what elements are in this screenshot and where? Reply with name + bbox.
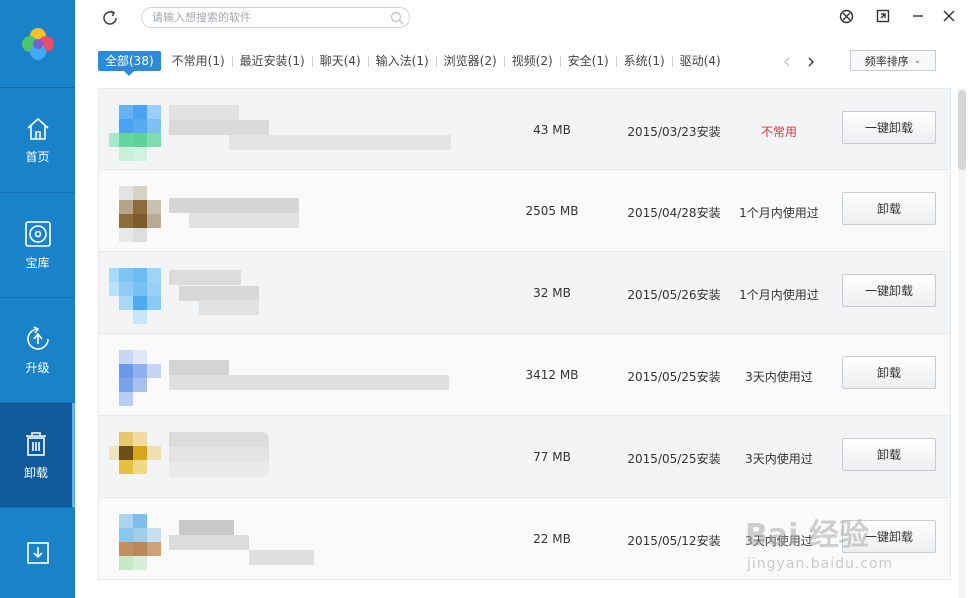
app-size: 22 MB bbox=[533, 532, 571, 546]
nav-home-label: 首页 bbox=[25, 149, 50, 164]
nav-home[interactable]: 首页 bbox=[0, 88, 75, 193]
nav-uninstall-label: 卸载 bbox=[23, 465, 48, 480]
app-icon bbox=[109, 514, 165, 570]
list-item[interactable]: 77 MB 2015/05/25安装 3天内使用过 卸载 bbox=[98, 416, 951, 498]
app-icon bbox=[109, 350, 165, 406]
usage-status: 3天内使用过 bbox=[745, 452, 813, 466]
search-box[interactable] bbox=[141, 7, 410, 28]
uninstall-button[interactable]: 卸载 bbox=[842, 192, 936, 225]
chevron-left-icon[interactable] bbox=[780, 54, 794, 68]
nav-upgrade[interactable]: 升级 bbox=[0, 298, 75, 403]
list-item[interactable]: 43 MB 2015/03/23安装 不常用 一键卸载 bbox=[98, 88, 951, 170]
app-name-blurred bbox=[169, 350, 449, 400]
tab-video[interactable]: 视频(2) bbox=[505, 51, 560, 71]
list-item[interactable]: 32 MB 2015/05/26安装 1个月内使用过 一键卸载 bbox=[98, 252, 951, 334]
nav-uninstall[interactable]: 卸载 bbox=[0, 403, 75, 508]
app-icon bbox=[109, 105, 165, 161]
app-logo bbox=[0, 0, 75, 88]
tab-uncommon[interactable]: 不常用(1) bbox=[165, 51, 232, 71]
app-size: 32 MB bbox=[533, 286, 571, 300]
tab-driver[interactable]: 驱动(4) bbox=[673, 51, 728, 71]
sidebar: 首页 宝库 升级 卸载 bbox=[0, 0, 75, 598]
software-list: 43 MB 2015/03/23安装 不常用 一键卸载 2505 MB 2015… bbox=[98, 88, 951, 580]
usage-status: 1个月内使用过 bbox=[739, 206, 819, 220]
usage-status: 1个月内使用过 bbox=[739, 288, 819, 302]
app-name-blurred bbox=[169, 432, 449, 482]
home-icon bbox=[25, 116, 51, 142]
uninstall-button[interactable]: 卸载 bbox=[842, 438, 936, 471]
upgrade-icon bbox=[24, 325, 52, 353]
download-icon bbox=[25, 540, 51, 566]
app-size: 43 MB bbox=[533, 123, 571, 137]
app-icon bbox=[109, 186, 165, 242]
uninstall-button[interactable]: 卸载 bbox=[842, 356, 936, 389]
trash-icon bbox=[22, 430, 50, 458]
tab-all[interactable]: 全部(38) bbox=[98, 51, 161, 76]
settings-icon[interactable] bbox=[838, 8, 854, 24]
app-size: 2505 MB bbox=[525, 204, 579, 218]
app-name-blurred bbox=[169, 105, 451, 155]
tab-recent[interactable]: 最近安装(1) bbox=[233, 51, 312, 71]
refresh-icon[interactable] bbox=[100, 8, 120, 28]
tab-system[interactable]: 系统(1) bbox=[617, 51, 672, 71]
disc-icon bbox=[24, 220, 52, 248]
uninstall-button[interactable]: 一键卸载 bbox=[842, 274, 936, 307]
nav-upgrade-label: 升级 bbox=[25, 360, 50, 375]
uninstall-button[interactable]: 一键卸载 bbox=[842, 111, 936, 144]
nav-library[interactable]: 宝库 bbox=[0, 193, 75, 298]
uninstall-button[interactable]: 一键卸载 bbox=[842, 520, 936, 553]
list-item[interactable]: 2505 MB 2015/04/28安装 1个月内使用过 卸载 bbox=[98, 170, 951, 252]
chevron-right-icon[interactable] bbox=[804, 54, 818, 68]
app-icon bbox=[109, 268, 165, 324]
app-name-blurred bbox=[169, 268, 449, 318]
tab-security[interactable]: 安全(1) bbox=[561, 51, 616, 71]
usage-status: 不常用 bbox=[760, 125, 797, 139]
search-input[interactable] bbox=[152, 10, 377, 25]
nav-download[interactable] bbox=[0, 508, 75, 598]
category-tabs: 全部(38) 不常用(1) 最近安装(1) 聊天(4) 输入法(1) 浏览器(2… bbox=[98, 50, 728, 76]
tab-scroll-arrows bbox=[780, 54, 818, 68]
list-item[interactable]: 3412 MB 2015/05/25安装 3天内使用过 卸载 bbox=[98, 334, 951, 416]
usage-status: 3天内使用过 bbox=[745, 534, 813, 548]
tab-input-method[interactable]: 输入法(1) bbox=[369, 51, 436, 71]
nav-library-label: 宝库 bbox=[25, 255, 50, 270]
search-icon[interactable] bbox=[389, 10, 405, 26]
sort-label: 频率排序 bbox=[864, 54, 909, 68]
skin-icon[interactable] bbox=[875, 8, 891, 24]
sort-dropdown[interactable]: 频率排序 ⌄ bbox=[850, 50, 936, 71]
tab-browser[interactable]: 浏览器(2) bbox=[437, 51, 504, 71]
app-size: 77 MB bbox=[533, 450, 571, 464]
close-icon[interactable] bbox=[941, 8, 957, 24]
app-icon bbox=[109, 432, 165, 484]
list-item[interactable]: 22 MB 2015/05/12安装 3天内使用过 一键卸载 bbox=[98, 498, 951, 580]
app-name-blurred bbox=[169, 514, 449, 565]
usage-status: 3天内使用过 bbox=[745, 370, 813, 384]
scrollbar-thumb[interactable] bbox=[958, 90, 966, 170]
minimize-icon[interactable] bbox=[910, 8, 926, 24]
tab-chat[interactable]: 聊天(4) bbox=[313, 51, 368, 71]
app-size: 3412 MB bbox=[525, 368, 579, 382]
chevron-down-icon: ⌄ bbox=[913, 55, 922, 66]
app-name-blurred bbox=[169, 186, 449, 236]
